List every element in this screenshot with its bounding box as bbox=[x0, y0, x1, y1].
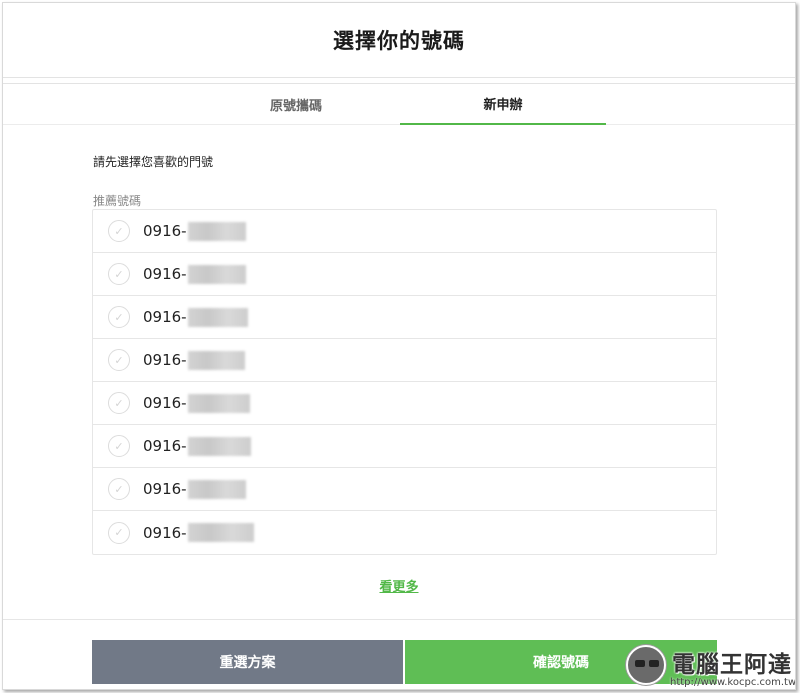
redacted-digits bbox=[187, 436, 251, 456]
page-title: 選擇你的號碼 bbox=[333, 29, 465, 53]
tab-bar: 原號攜碼 新申辦 bbox=[3, 83, 795, 125]
title-bar: 選擇你的號碼 bbox=[3, 3, 795, 78]
number-option[interactable]: ✓ 0916- bbox=[93, 425, 716, 468]
check-circle-icon[interactable]: ✓ bbox=[108, 392, 130, 414]
number-prefix: 0916- bbox=[143, 394, 187, 412]
number-prefix: 0916- bbox=[143, 265, 187, 283]
check-circle-icon[interactable]: ✓ bbox=[108, 478, 130, 500]
instruction-text: 請先選擇您喜歡的門號 bbox=[93, 155, 214, 169]
reselect-plan-button[interactable]: 重選方案 bbox=[92, 640, 403, 684]
number-option[interactable]: ✓ 0916- bbox=[93, 468, 716, 511]
number-option[interactable]: ✓ 0916- bbox=[93, 210, 716, 253]
check-circle-icon[interactable]: ✓ bbox=[108, 521, 130, 544]
check-circle-icon[interactable]: ✓ bbox=[108, 220, 130, 242]
number-option[interactable]: ✓ 0916- bbox=[93, 339, 716, 382]
check-circle-icon[interactable]: ✓ bbox=[108, 263, 130, 285]
redacted-digits bbox=[187, 264, 246, 284]
tab-port-number[interactable]: 原號攜碼 bbox=[193, 84, 399, 124]
see-more-link[interactable]: 看更多 bbox=[379, 580, 418, 595]
redacted-digits bbox=[187, 350, 245, 370]
check-circle-icon[interactable]: ✓ bbox=[108, 435, 130, 457]
number-option[interactable]: ✓ 0916- bbox=[93, 296, 716, 339]
redacted-digits bbox=[187, 221, 246, 241]
number-prefix: 0916- bbox=[143, 308, 187, 326]
section-label: 推薦號碼 bbox=[93, 194, 142, 208]
number-prefix: 0916- bbox=[143, 437, 187, 455]
number-prefix: 0916- bbox=[143, 222, 187, 240]
tab-new-application[interactable]: 新申辦 bbox=[400, 84, 606, 125]
redacted-digits bbox=[187, 479, 246, 499]
number-list: ✓ 0916- ✓ 0916- ✓ 0916- ✓ 0916- ✓ 0916- … bbox=[92, 209, 717, 555]
redacted-digits bbox=[187, 393, 250, 413]
number-prefix: 0916- bbox=[143, 523, 187, 542]
number-prefix: 0916- bbox=[143, 480, 187, 498]
page-frame: 選擇你的號碼 原號攜碼 新申辦 請先選擇您喜歡的門號 推薦號碼 ✓ 0916- … bbox=[2, 2, 796, 690]
more-link-container: 看更多 bbox=[3, 576, 795, 595]
number-option[interactable]: ✓ 0916- bbox=[93, 382, 716, 425]
number-option[interactable]: ✓ 0916- bbox=[93, 253, 716, 296]
confirm-number-button[interactable]: 確認號碼 bbox=[405, 640, 717, 684]
check-circle-icon[interactable]: ✓ bbox=[108, 349, 130, 371]
check-circle-icon[interactable]: ✓ bbox=[108, 306, 130, 328]
redacted-digits bbox=[187, 523, 254, 542]
divider bbox=[3, 619, 795, 620]
number-prefix: 0916- bbox=[143, 351, 187, 369]
redacted-digits bbox=[187, 307, 248, 327]
number-option[interactable]: ✓ 0916- bbox=[93, 511, 716, 554]
